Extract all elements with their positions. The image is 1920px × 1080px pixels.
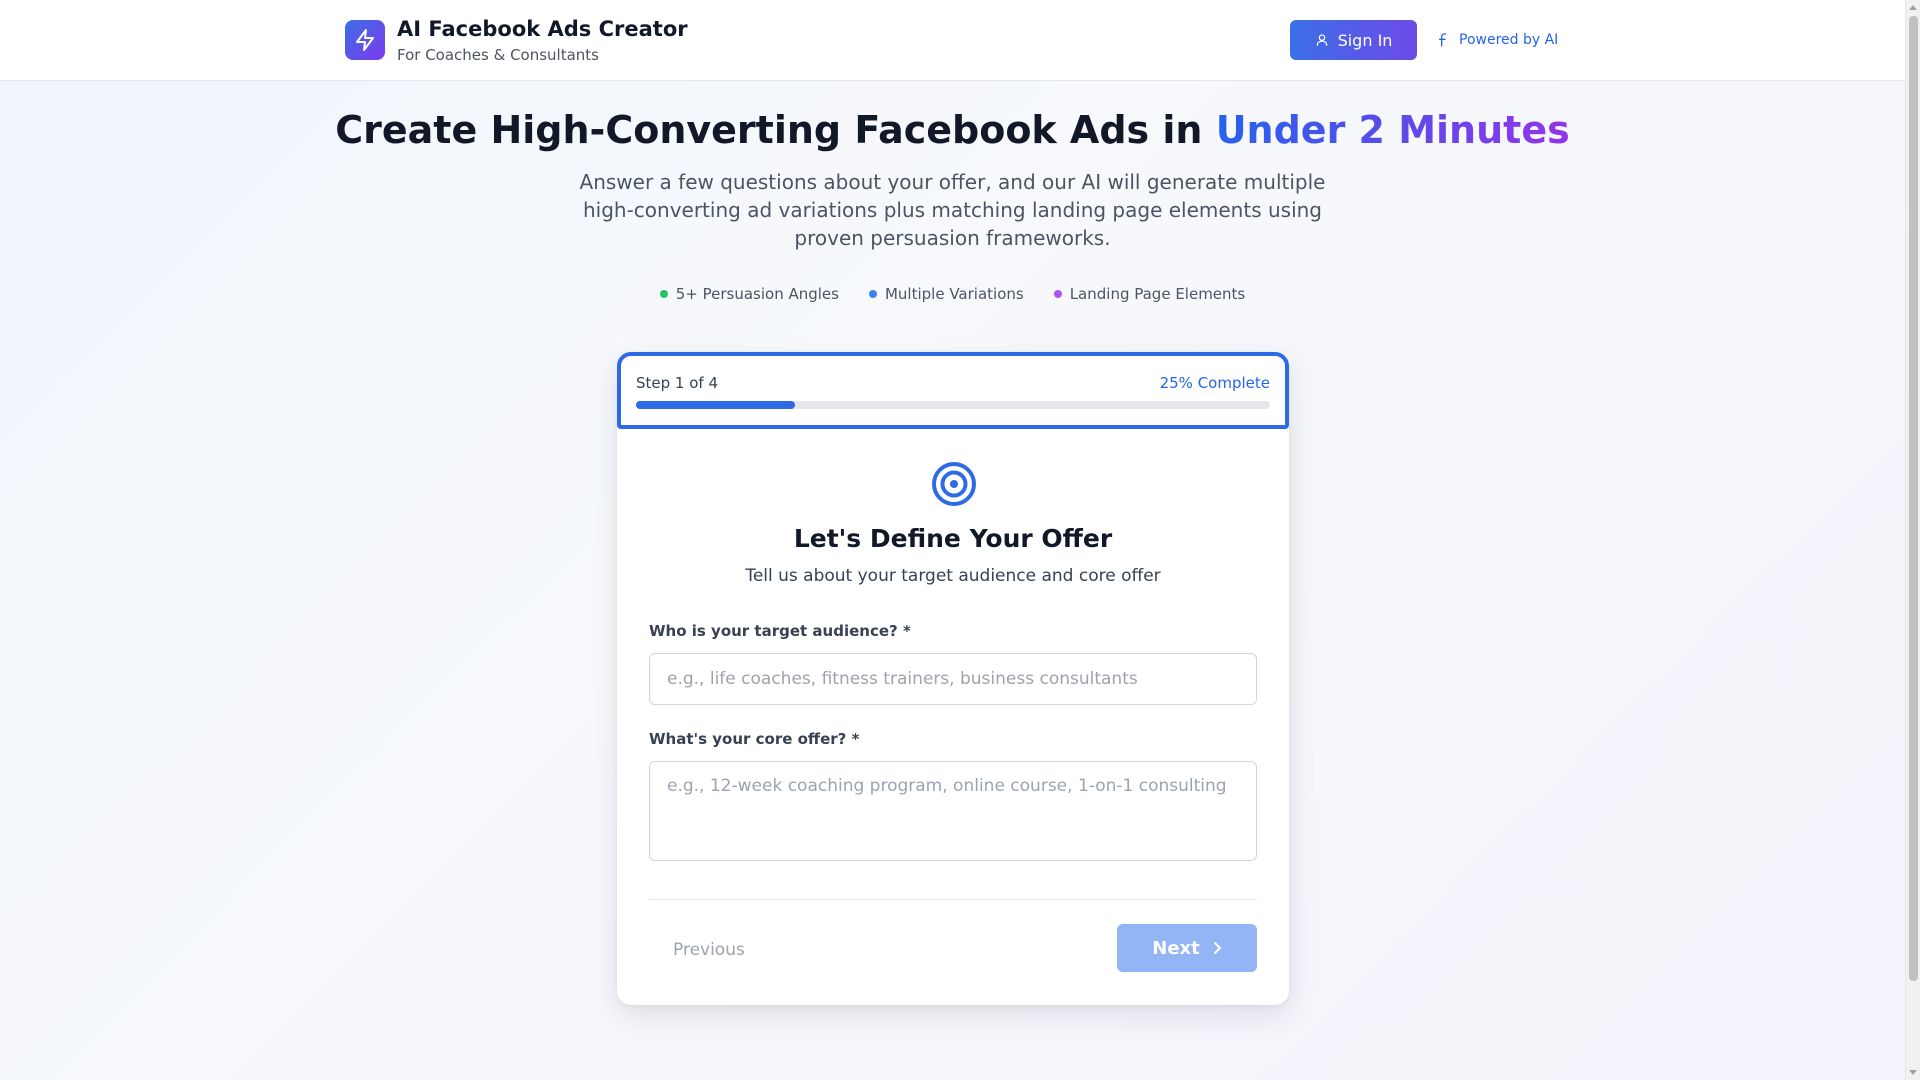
card-divider — [649, 899, 1257, 900]
lightning-icon — [356, 29, 374, 51]
sign-in-button[interactable]: Sign In — [1290, 20, 1417, 60]
app-title: AI Facebook Ads Creator — [397, 17, 688, 41]
facebook-icon — [1439, 33, 1447, 47]
next-button[interactable]: Next — [1117, 924, 1257, 972]
purple-dot-icon — [1053, 290, 1062, 298]
scroll-up-arrow-icon[interactable] — [1909, 5, 1917, 10]
powered-label: Powered by AI — [1459, 32, 1559, 48]
hero-title-main: Create High-Converting Facebook Ads in — [335, 108, 1216, 152]
sign-in-label: Sign In — [1337, 30, 1393, 50]
core-offer-textarea[interactable] — [649, 761, 1257, 861]
scroll-thumb[interactable] — [1909, 16, 1918, 981]
chevron-right-icon — [1213, 942, 1221, 954]
target-icon — [932, 462, 976, 506]
hero-title-highlight: Under 2 Minutes — [1215, 108, 1570, 152]
step-subtitle: Tell us about your target audience and c… — [745, 566, 1161, 586]
feature-item: Multiple Variations — [868, 285, 1024, 303]
user-icon — [1316, 34, 1327, 46]
feature-item: Landing Page Elements — [1053, 285, 1246, 303]
green-dot-icon — [659, 290, 668, 298]
hero-title: Create High-Converting Facebook Ads in U… — [0, 108, 1905, 152]
feature-label: Landing Page Elements — [1069, 285, 1246, 303]
page-scrollbar[interactable] — [1905, 0, 1920, 1080]
audience-label: Who is your target audience? * — [649, 622, 911, 640]
feature-list: 5+ Persuasion Angles Multiple Variations… — [0, 285, 1905, 303]
target-audience-input[interactable] — [649, 653, 1257, 705]
feature-label: Multiple Variations — [884, 285, 1024, 303]
next-label: Next — [1152, 937, 1200, 959]
feature-label: 5+ Persuasion Angles — [675, 285, 839, 303]
wizard-content: Let's Define Your Offer Tell us about yo… — [617, 352, 1289, 1005]
previous-button[interactable]: Previous — [673, 940, 745, 960]
powered-by-ai: Powered by AI — [1435, 29, 1558, 51]
app-subtitle: For Coaches & Consultants — [397, 46, 600, 64]
hero-description: Answer a few questions about your offer,… — [579, 170, 1326, 250]
app-logo[interactable] — [345, 20, 385, 60]
offer-label: What's your core offer? * — [649, 730, 860, 748]
feature-item: 5+ Persuasion Angles — [659, 285, 839, 303]
blue-dot-icon — [868, 290, 877, 298]
step-title: Let's Define Your Offer — [793, 524, 1113, 553]
top-header: AI Facebook Ads Creator For Coaches & Co… — [0, 0, 1905, 81]
scroll-down-arrow-icon[interactable] — [1909, 1070, 1917, 1075]
